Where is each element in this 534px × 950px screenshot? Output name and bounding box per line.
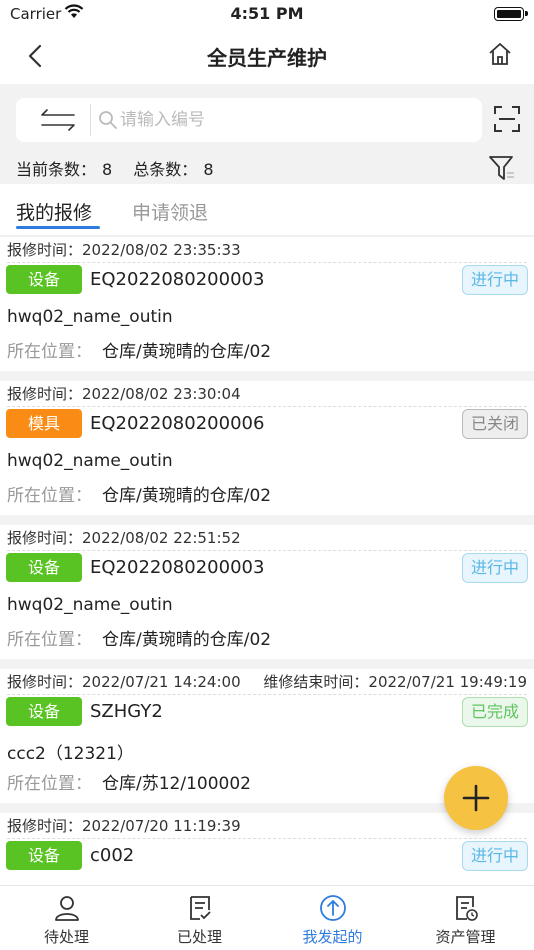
status-badge: 已完成: [462, 697, 528, 727]
status-badge: 进行中: [462, 841, 528, 871]
arrow-up-circle-icon: [320, 895, 346, 921]
search-area: 当前条数： 8 总条数： 8: [0, 84, 534, 184]
location-row: 所在位置： 仓库/苏12/100002: [7, 769, 251, 794]
report-time-row: 报修时间：2022/08/02 23:30:04: [7, 383, 527, 407]
type-tag: 模具: [6, 409, 82, 438]
home-icon[interactable]: [486, 40, 514, 68]
record-code: EQ2022080200003: [90, 269, 265, 290]
checklist-icon: [190, 896, 211, 920]
type-tag: 设备: [6, 841, 82, 870]
record-code: c002: [90, 845, 135, 866]
bottom-tab-bar: 待处理 已处理 我发起的 资产管理: [0, 885, 534, 950]
repair-card[interactable]: 报修时间：2022/08/02 23:30:04 模具 EQ2022080200…: [0, 381, 534, 515]
location-row: 所在位置： 仓库/黄琬晴的仓库/02: [7, 625, 271, 650]
status-bar: Carrier 4:51 PM: [0, 0, 534, 28]
scan-icon[interactable]: [494, 106, 520, 132]
status-badge: 进行中: [462, 265, 528, 295]
type-tag: 设备: [6, 553, 82, 582]
record-name: ccc2（12321）: [7, 744, 134, 764]
total-count-value: 8: [203, 160, 214, 179]
report-time-row: 报修时间：2022/08/02 22:51:52: [7, 527, 527, 551]
type-tag: 设备: [6, 697, 82, 726]
report-time-row: 报修时间：2022/08/02 23:35:33: [7, 239, 527, 263]
location-row: 所在位置： 仓库/黄琬晴的仓库/02: [7, 337, 271, 362]
record-name: hwq02_name_outin: [7, 451, 173, 471]
report-time-value: 2022/08/02 23:30:04: [82, 385, 241, 403]
tabbar-item-assets[interactable]: 资产管理: [399, 886, 532, 950]
location-row: 所在位置： 仓库/黄琬晴的仓库/02: [7, 481, 271, 506]
asset-doc-icon: [456, 896, 478, 921]
report-time-value: 2022/07/21 14:24:00: [82, 673, 241, 691]
report-time-label: 报修时间：: [7, 529, 83, 547]
report-time-label: 报修时间：: [7, 241, 83, 259]
tabbar-label: 已处理: [176, 928, 222, 946]
record-name: hwq02_name_outin: [7, 595, 173, 615]
status-badge: 已关闭: [462, 409, 528, 439]
end-time-value: 2022/07/21 19:49:19: [368, 673, 527, 691]
repair-card[interactable]: 报修时间：2022/08/02 22:51:52 设备 EQ2022080200…: [0, 525, 534, 659]
tab-apply-return[interactable]: 申请领退: [132, 198, 208, 225]
tabbar-item-processed[interactable]: 已处理: [133, 886, 266, 950]
page-title: 全员生产维护: [207, 46, 327, 70]
battery-icon: [494, 7, 528, 21]
tabbar-label: 我发起的: [302, 928, 363, 946]
location-label: 所在位置：: [7, 774, 92, 794]
tabbar-label: 待处理: [43, 928, 89, 946]
type-tag: 设备: [6, 265, 82, 294]
report-time-row: 报修时间：2022/07/21 14:24:00 维修结束时间：2022/07/…: [7, 671, 527, 695]
add-button[interactable]: [444, 766, 508, 830]
report-time-value: 2022/08/02 23:35:33: [82, 241, 241, 259]
report-time-value: 2022/08/02 22:51:52: [82, 529, 241, 547]
person-icon: [55, 896, 79, 921]
plus-icon: [462, 784, 490, 812]
search-input[interactable]: [120, 106, 470, 134]
end-time-label: 维修结束时间：: [263, 673, 369, 691]
current-count-value: 8: [102, 160, 113, 179]
tabbar-label: 资产管理: [435, 928, 496, 946]
record-name: hwq02_name_outin: [7, 307, 173, 327]
current-count-label: 当前条数：: [16, 160, 97, 179]
repair-card[interactable]: 报修时间：2022/08/02 23:35:33 设备 EQ2022080200…: [0, 237, 534, 371]
record-code: SZHGY2: [90, 701, 163, 722]
status-badge: 进行中: [462, 553, 528, 583]
location-value: 仓库/黄琬晴的仓库/02: [102, 486, 272, 506]
repair-card[interactable]: 报修时间：2022/07/20 11:19:39 设备 c002 进行中: [0, 813, 534, 885]
tabbar-item-pending[interactable]: 待处理: [0, 886, 133, 950]
tab-active-indicator: [16, 226, 100, 229]
search-divider: [90, 104, 91, 136]
filter-icon[interactable]: [488, 154, 516, 182]
record-counts: 当前条数： 8 总条数： 8: [16, 156, 220, 180]
report-time-label: 报修时间：: [7, 673, 83, 691]
tab-bar: 我的报修 申请领退: [0, 184, 534, 236]
location-label: 所在位置：: [7, 342, 92, 362]
location-value: 仓库/苏12/100002: [102, 774, 251, 794]
search-box: [16, 98, 482, 142]
total-count-label: 总条数：: [133, 160, 198, 179]
search-icon: [99, 111, 117, 129]
clock: 4:51 PM: [230, 4, 304, 23]
location-label: 所在位置：: [7, 486, 92, 506]
report-time-label: 报修时间：: [7, 385, 83, 403]
tabbar-item-initiated[interactable]: 我发起的: [266, 886, 399, 950]
tab-my-repairs[interactable]: 我的报修: [16, 198, 92, 225]
report-time-row: 报修时间：2022/07/20 11:19:39: [7, 815, 527, 839]
end-time: 维修结束时间：2022/07/21 19:49:19: [263, 671, 527, 692]
location-label: 所在位置：: [7, 630, 92, 650]
record-code: EQ2022080200006: [90, 413, 265, 434]
location-value: 仓库/黄琬晴的仓库/02: [102, 630, 272, 650]
report-time-label: 报修时间：: [7, 817, 83, 835]
report-time-value: 2022/07/20 11:19:39: [82, 817, 241, 835]
location-value: 仓库/黄琬晴的仓库/02: [102, 342, 272, 362]
switch-arrows-icon[interactable]: [38, 108, 78, 132]
record-code: EQ2022080200003: [90, 557, 265, 578]
nav-bar: 全员生产维护: [0, 28, 534, 84]
